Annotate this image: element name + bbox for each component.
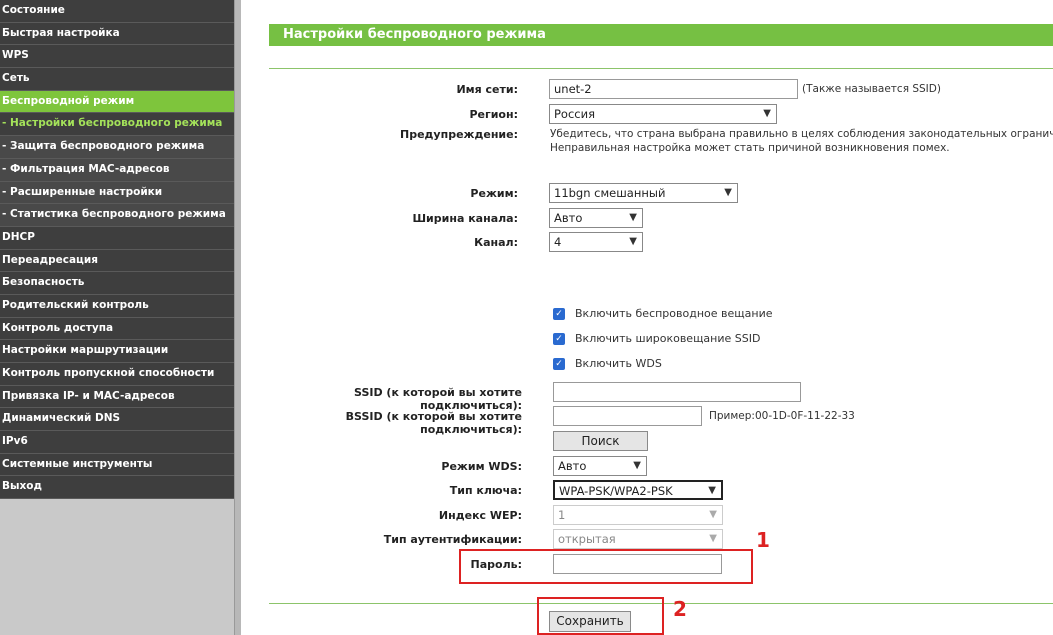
- channel-width-select[interactable]: Авто ▼: [549, 208, 643, 228]
- sidebar-item-mac-filtering[interactable]: - Фильтрация MAC-адресов: [0, 158, 234, 182]
- wireless-broadcast-checkbox[interactable]: ✓: [553, 308, 565, 320]
- wep-index-value: 1: [558, 508, 566, 522]
- ssid-note: (Также называется SSID): [802, 83, 941, 95]
- chevron-down-icon: ▼: [708, 485, 716, 496]
- warning-text-2: Неправильная настройка может стать причи…: [550, 142, 950, 154]
- sidebar-divider: [234, 0, 241, 635]
- sidebar-item-system-tools[interactable]: Системные инструменты: [0, 453, 234, 477]
- sidebar-item-wireless-stats[interactable]: - Статистика беспроводного режима: [0, 204, 234, 227]
- auth-type-value: открытая: [558, 532, 616, 546]
- sidebar-item-status[interactable]: Состояние: [0, 0, 234, 23]
- bssid-example: Пример:00-1D-0F-11-22-33: [709, 410, 855, 422]
- channel-width-label: Ширина канала:: [412, 212, 518, 225]
- chevron-down-icon: ▼: [763, 108, 771, 119]
- wds-mode-label: Режим WDS:: [441, 460, 522, 473]
- key-type-value: WPA-PSK/WPA2-PSK: [559, 484, 673, 498]
- sidebar-item-logout[interactable]: Выход: [0, 476, 234, 500]
- sidebar-item-security[interactable]: Безопасность: [0, 272, 234, 295]
- header-rule: [269, 68, 1053, 69]
- mode-value: 11bgn смешанный: [554, 186, 666, 200]
- chevron-down-icon: ▼: [633, 460, 641, 471]
- chevron-down-icon: ▼: [629, 212, 637, 223]
- key-type-label: Тип ключа:: [449, 484, 522, 497]
- sidebar-item-ipv6[interactable]: IPv6: [0, 431, 234, 454]
- sidebar-item-access-control[interactable]: Контроль доступа: [0, 317, 234, 341]
- channel-width-value: Авто: [554, 211, 583, 225]
- chevron-down-icon: ▼: [709, 533, 717, 544]
- sidebar-item-wps[interactable]: WPS: [0, 45, 234, 69]
- wep-index-select[interactable]: 1 ▼: [553, 505, 723, 525]
- channel-label: Канал:: [474, 236, 518, 249]
- annotation-number-2: 2: [673, 597, 687, 621]
- annotation-box-2: [537, 597, 664, 635]
- sidebar-item-bandwidth[interactable]: Контроль пропускной способности: [0, 363, 234, 386]
- search-button[interactable]: Поиск: [553, 431, 648, 451]
- sidebar-item-dhcp[interactable]: DHCP: [0, 226, 234, 250]
- sidebar-item-wireless-settings[interactable]: - Настройки беспроводного режима: [0, 113, 234, 137]
- sidebar-item-network[interactable]: Сеть: [0, 68, 234, 91]
- sidebar-item-forwarding[interactable]: Переадресация: [0, 249, 234, 273]
- sidebar-item-ddns[interactable]: Динамический DNS: [0, 408, 234, 432]
- wds-mode-value: Авто: [558, 459, 587, 473]
- ssid-input[interactable]: unet-2: [549, 79, 798, 99]
- chevron-down-icon: ▼: [629, 236, 637, 247]
- wds-ssid-label: SSID (к которой вы хотите подключиться):: [354, 386, 522, 412]
- wds-bssid-input[interactable]: [553, 406, 702, 426]
- warning-text-1: Убедитесь, что страна выбрана правильно …: [550, 128, 1053, 140]
- auth-type-select[interactable]: открытая ▼: [553, 529, 723, 549]
- sidebar-item-parental-control[interactable]: Родительский контроль: [0, 294, 234, 318]
- sidebar-item-wireless[interactable]: Беспроводной режим: [0, 90, 234, 114]
- annotation-box-1: [459, 549, 753, 584]
- sidebar-item-wireless-security[interactable]: - Защита беспроводного режима: [0, 136, 234, 159]
- page-title: Настройки беспроводного режима: [269, 24, 1053, 46]
- ssid-broadcast-label: Включить широковещание SSID: [575, 332, 761, 345]
- wireless-broadcast-label: Включить беспроводное вещание: [575, 307, 773, 320]
- mode-label: Режим:: [470, 187, 518, 200]
- wds-ssid-input[interactable]: [553, 382, 801, 402]
- sidebar-item-advanced[interactable]: - Расширенные настройки: [0, 181, 234, 205]
- annotation-number-1: 1: [756, 528, 770, 552]
- sidebar-item-quick-setup[interactable]: Быстрая настройка: [0, 22, 234, 46]
- chevron-down-icon: ▼: [709, 509, 717, 520]
- sidebar-menu: Состояние Быстрая настройка WPS Сеть Бес…: [0, 0, 234, 635]
- wds-mode-select[interactable]: Авто ▼: [553, 456, 647, 476]
- wds-bssid-label: BSSID (к которой вы хотите подключиться)…: [345, 410, 522, 436]
- wep-index-label: Индекс WEP:: [438, 509, 522, 522]
- key-type-select[interactable]: WPA-PSK/WPA2-PSK ▼: [553, 480, 723, 500]
- auth-type-label: Тип аутентификации:: [383, 533, 522, 546]
- region-value: Россия: [554, 107, 596, 121]
- wds-checkbox[interactable]: ✓: [553, 358, 565, 370]
- channel-select[interactable]: 4 ▼: [549, 232, 643, 252]
- channel-value: 4: [554, 235, 562, 249]
- chevron-down-icon: ▼: [724, 187, 732, 198]
- region-label: Регион:: [469, 108, 518, 121]
- region-select[interactable]: Россия ▼: [549, 104, 777, 124]
- warning-label: Предупреждение:: [400, 128, 518, 141]
- ssid-label: Имя сети:: [456, 83, 518, 96]
- ssid-broadcast-checkbox[interactable]: ✓: [553, 333, 565, 345]
- sidebar-item-routing[interactable]: Настройки маршрутизации: [0, 340, 234, 363]
- wds-label: Включить WDS: [575, 357, 662, 370]
- sidebar-item-ip-mac-binding[interactable]: Привязка IP- и MAC-адресов: [0, 385, 234, 409]
- mode-select[interactable]: 11bgn смешанный ▼: [549, 183, 738, 203]
